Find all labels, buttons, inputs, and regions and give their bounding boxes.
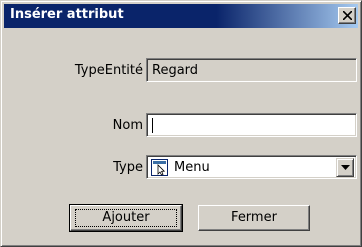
title-bar[interactable]: Insérer attribut [4,4,358,28]
fermer-button-label: Fermer [231,210,277,225]
close-button[interactable] [338,7,356,24]
type-dropdown-button[interactable] [336,158,354,177]
chevron-down-icon [341,165,350,170]
nom-label: Nom [112,118,143,133]
type-entite-label: TypeEntité [74,63,143,78]
ajouter-button[interactable]: Ajouter [69,204,183,232]
type-label: Type [113,160,143,175]
dialog-title: Insérer attribut [10,7,124,22]
nom-input[interactable] [146,113,357,137]
fermer-button[interactable]: Fermer [198,205,310,231]
menu-cursor-icon [151,159,168,176]
type-entite-field: Regard [146,58,357,82]
focus-indicator [75,209,177,227]
dialog-window: Insérer attribut TypeEntité Regard Nom T… [0,0,362,247]
type-select[interactable]: Menu [146,155,357,179]
text-caret [152,118,153,133]
type-selected-value: Menu [174,160,210,175]
close-icon [343,11,352,20]
type-entite-value: Regard [152,63,199,78]
